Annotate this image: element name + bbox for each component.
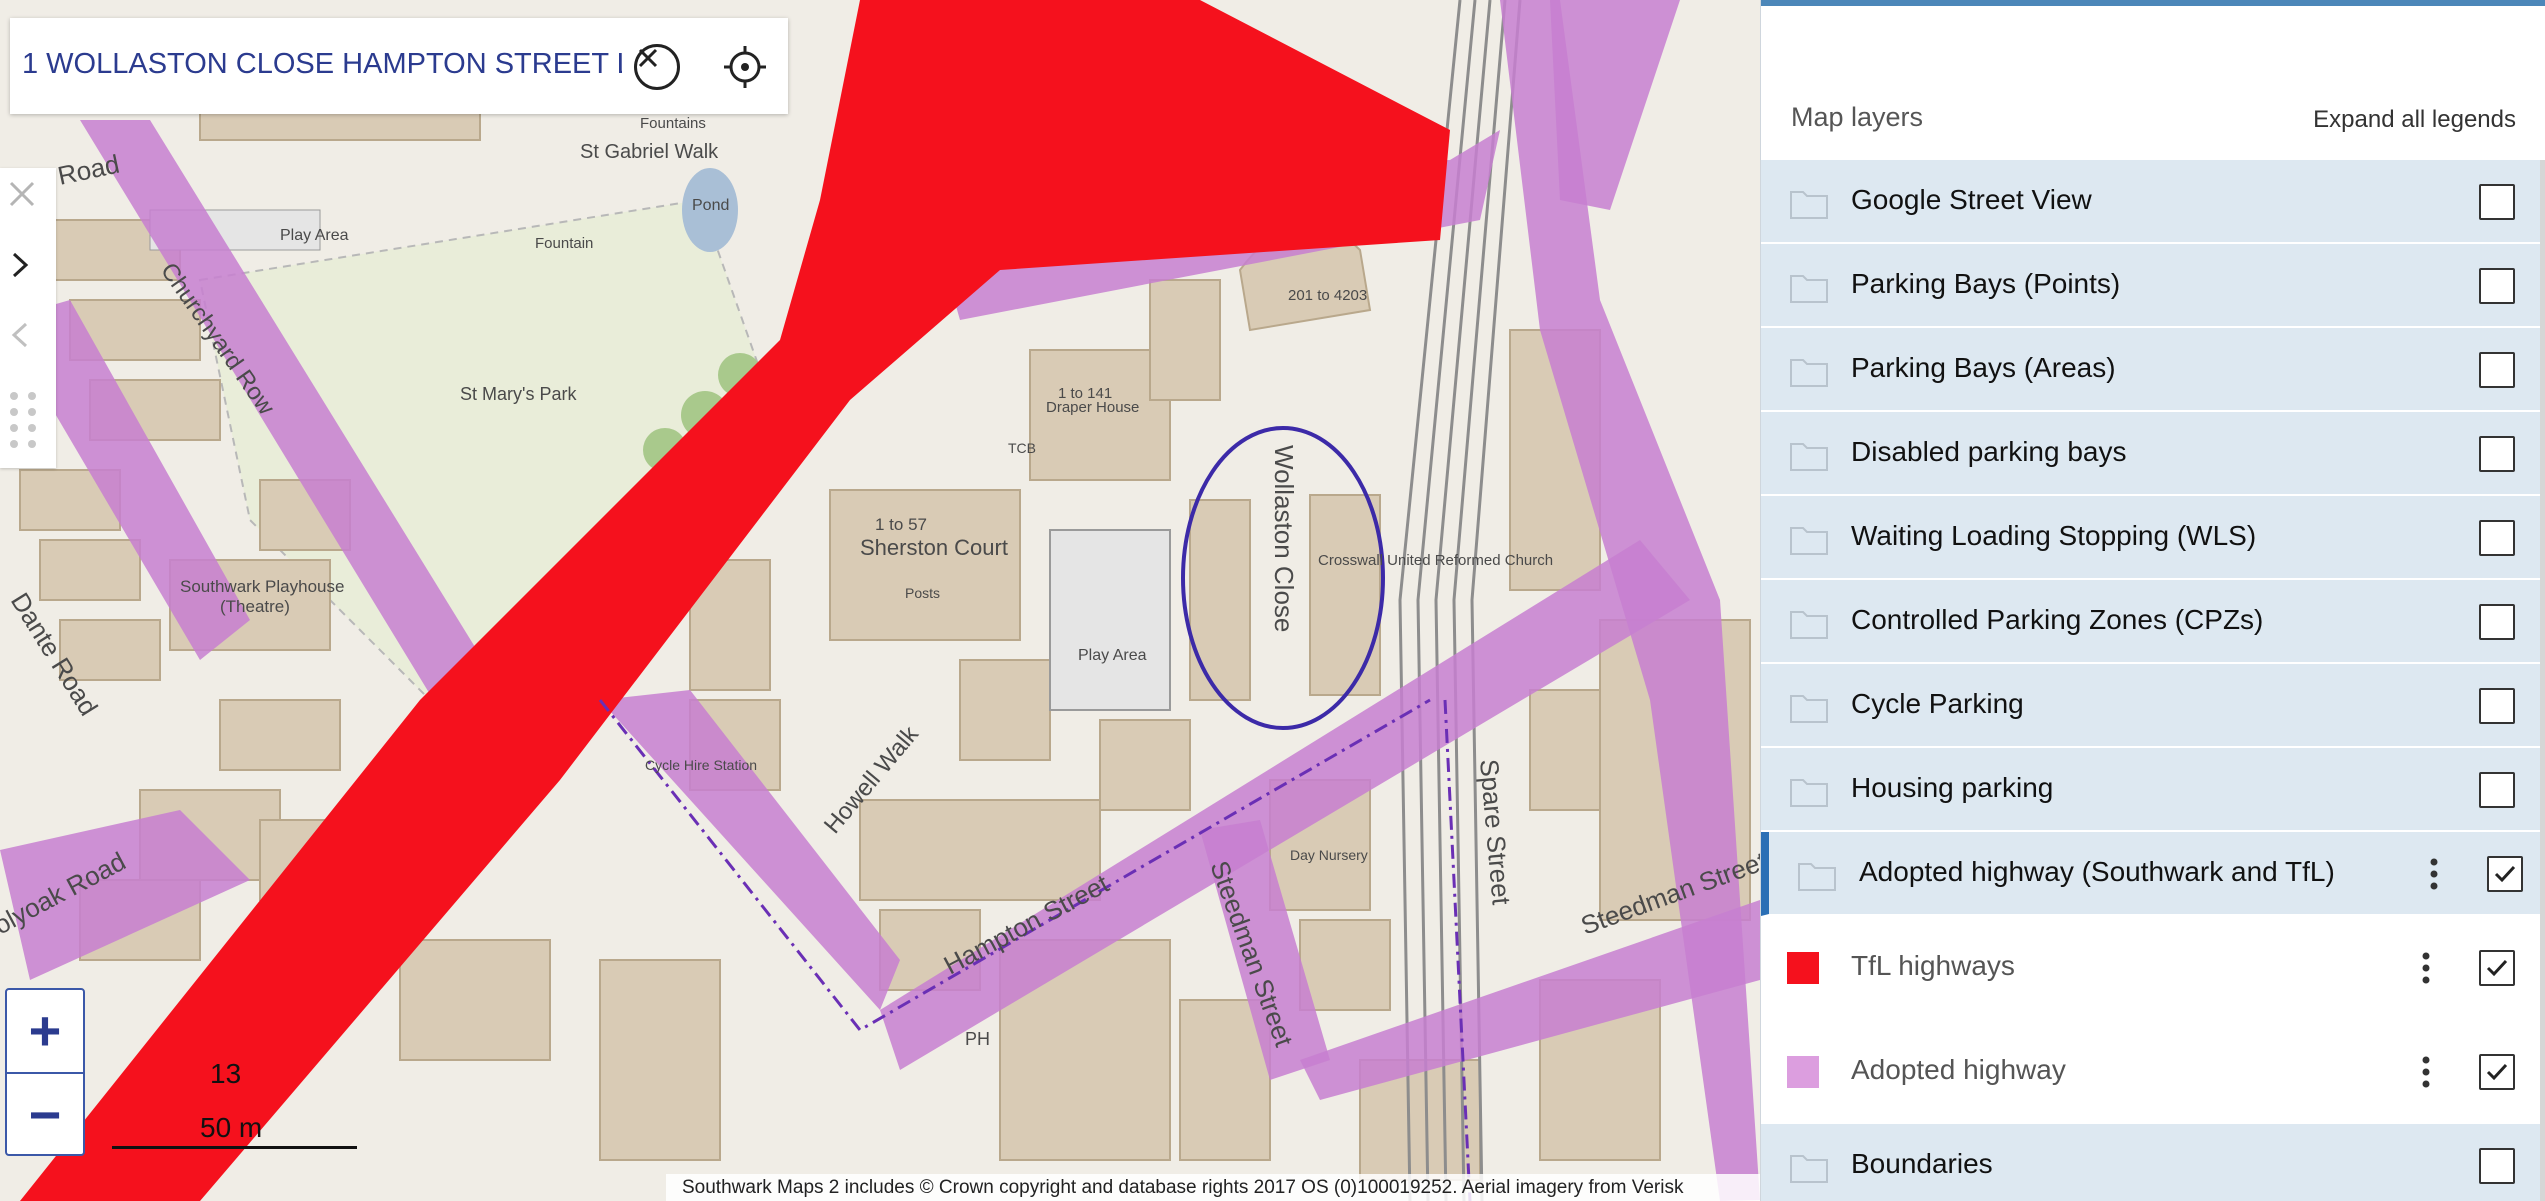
layer-label: Disabled parking bays (1851, 436, 2127, 467)
map-canvas[interactable]: St Gabriel Walk Fountains Fountain Pond … (0, 0, 1760, 1201)
checkmark-icon (2486, 959, 2508, 977)
layer-row[interactable]: Parking Bays (Areas) (1761, 328, 2540, 412)
zoom-out-button[interactable]: − (7, 1074, 83, 1154)
layer-label: Parking Bays (Points) (1851, 268, 2121, 299)
folder-icon (1790, 443, 1828, 471)
folder-icon (1790, 359, 1828, 387)
layer-row[interactable]: Waiting Loading Stopping (WLS) (1761, 496, 2540, 580)
layer-checkbox[interactable] (2479, 772, 2515, 808)
layer-checkbox[interactable] (2479, 950, 2515, 986)
scale-bar (112, 1146, 357, 1149)
layer-checkbox[interactable] (2479, 352, 2515, 388)
layer-checkbox[interactable] (2479, 268, 2515, 304)
map-basemap (0, 0, 1760, 1201)
layer-row[interactable]: Google Street View (1761, 160, 2540, 244)
layer-checkbox[interactable] (2479, 1148, 2515, 1184)
layer-row[interactable]: Disabled parking bays (1761, 412, 2540, 496)
layer-checkbox[interactable] (2479, 520, 2515, 556)
layer-checkbox[interactable] (2487, 856, 2523, 892)
map-attribution: Southwark Maps 2 includes © Crown copyri… (666, 1174, 1760, 1201)
layer-label: Google Street View (1851, 184, 2092, 215)
drag-handle[interactable] (8, 390, 48, 450)
locate-me-button[interactable] (722, 44, 768, 90)
layer-label: Parking Bays (Areas) (1851, 352, 2116, 383)
chevron-left-icon (11, 322, 28, 348)
more-options-icon[interactable] (2429, 856, 2439, 892)
layer-row[interactable]: Boundaries (1761, 1124, 2540, 1201)
close-icon (638, 48, 658, 68)
folder-icon (1790, 611, 1828, 639)
folder-icon (1790, 527, 1828, 555)
layer-label: Waiting Loading Stopping (WLS) (1851, 520, 2257, 551)
folder-icon (1790, 275, 1828, 303)
clear-search-button[interactable] (634, 44, 680, 90)
close-icon (9, 181, 35, 207)
more-options-icon[interactable] (2421, 950, 2431, 986)
layer-label: Cycle Parking (1851, 688, 2024, 719)
folder-icon (1790, 191, 1828, 219)
layer-checkbox[interactable] (2479, 1054, 2515, 1090)
zoom-level: 13 (210, 1058, 242, 1089)
layer-checkbox[interactable] (2479, 184, 2515, 220)
layer-checkbox[interactable] (2479, 688, 2515, 724)
layer-checkbox[interactable] (2479, 436, 2515, 472)
chevron-right-icon (12, 252, 29, 278)
layer-row[interactable]: TfL highways (1761, 916, 2540, 1020)
crosshair-icon (724, 46, 766, 88)
search-input[interactable]: 1 WOLLASTON CLOSE HAMPTON STREET LC (22, 48, 622, 88)
legend-swatch (1787, 1056, 1819, 1088)
folder-icon (1790, 1155, 1828, 1183)
expand-all-legends-link[interactable]: Expand all legends (2313, 106, 2516, 134)
layers-panel: Map layers Expand all legends Google Str… (1760, 0, 2545, 1201)
expand-button[interactable] (8, 250, 48, 290)
layer-label: Boundaries (1851, 1148, 1993, 1179)
layer-row[interactable]: Cycle Parking (1761, 664, 2540, 748)
search-box[interactable]: 1 WOLLASTON CLOSE HAMPTON STREET LC (10, 18, 788, 114)
layer-row[interactable]: Adopted highway (Southwark and TfL) (1761, 832, 2540, 916)
layer-row[interactable]: Adopted highway (1761, 1020, 2540, 1124)
checkmark-icon (2486, 1063, 2508, 1081)
panel-top-bar (1761, 0, 2545, 6)
layer-label: Adopted highway (Southwark and TfL) (1859, 856, 2335, 887)
side-toolbar (0, 168, 56, 468)
layer-row[interactable]: Housing parking (1761, 748, 2540, 832)
layer-label: Controlled Parking Zones (CPZs) (1851, 604, 2264, 635)
back-button[interactable] (8, 320, 48, 360)
panel-scrollbar[interactable] (2540, 160, 2545, 1201)
close-panel-button[interactable] (8, 180, 48, 220)
zoom-in-button[interactable]: + (7, 990, 83, 1070)
layer-label: Adopted highway (1851, 1054, 2066, 1085)
zoom-control: + − (5, 988, 85, 1156)
panel-title: Map layers (1791, 102, 1924, 132)
layer-label: Housing parking (1851, 772, 2054, 803)
checkmark-icon (2494, 865, 2516, 883)
legend-swatch (1787, 952, 1819, 984)
layer-row[interactable]: Parking Bays (Points) (1761, 244, 2540, 328)
more-options-icon[interactable] (2421, 1054, 2431, 1090)
layer-label: TfL highways (1851, 950, 2015, 981)
layer-checkbox[interactable] (2479, 604, 2515, 640)
drag-handle-icon (10, 392, 36, 448)
scale-label: 50 m (200, 1112, 263, 1143)
folder-icon (1790, 779, 1828, 807)
layer-row[interactable]: Controlled Parking Zones (CPZs) (1761, 580, 2540, 664)
folder-icon (1790, 695, 1828, 723)
folder-icon (1798, 863, 1836, 891)
